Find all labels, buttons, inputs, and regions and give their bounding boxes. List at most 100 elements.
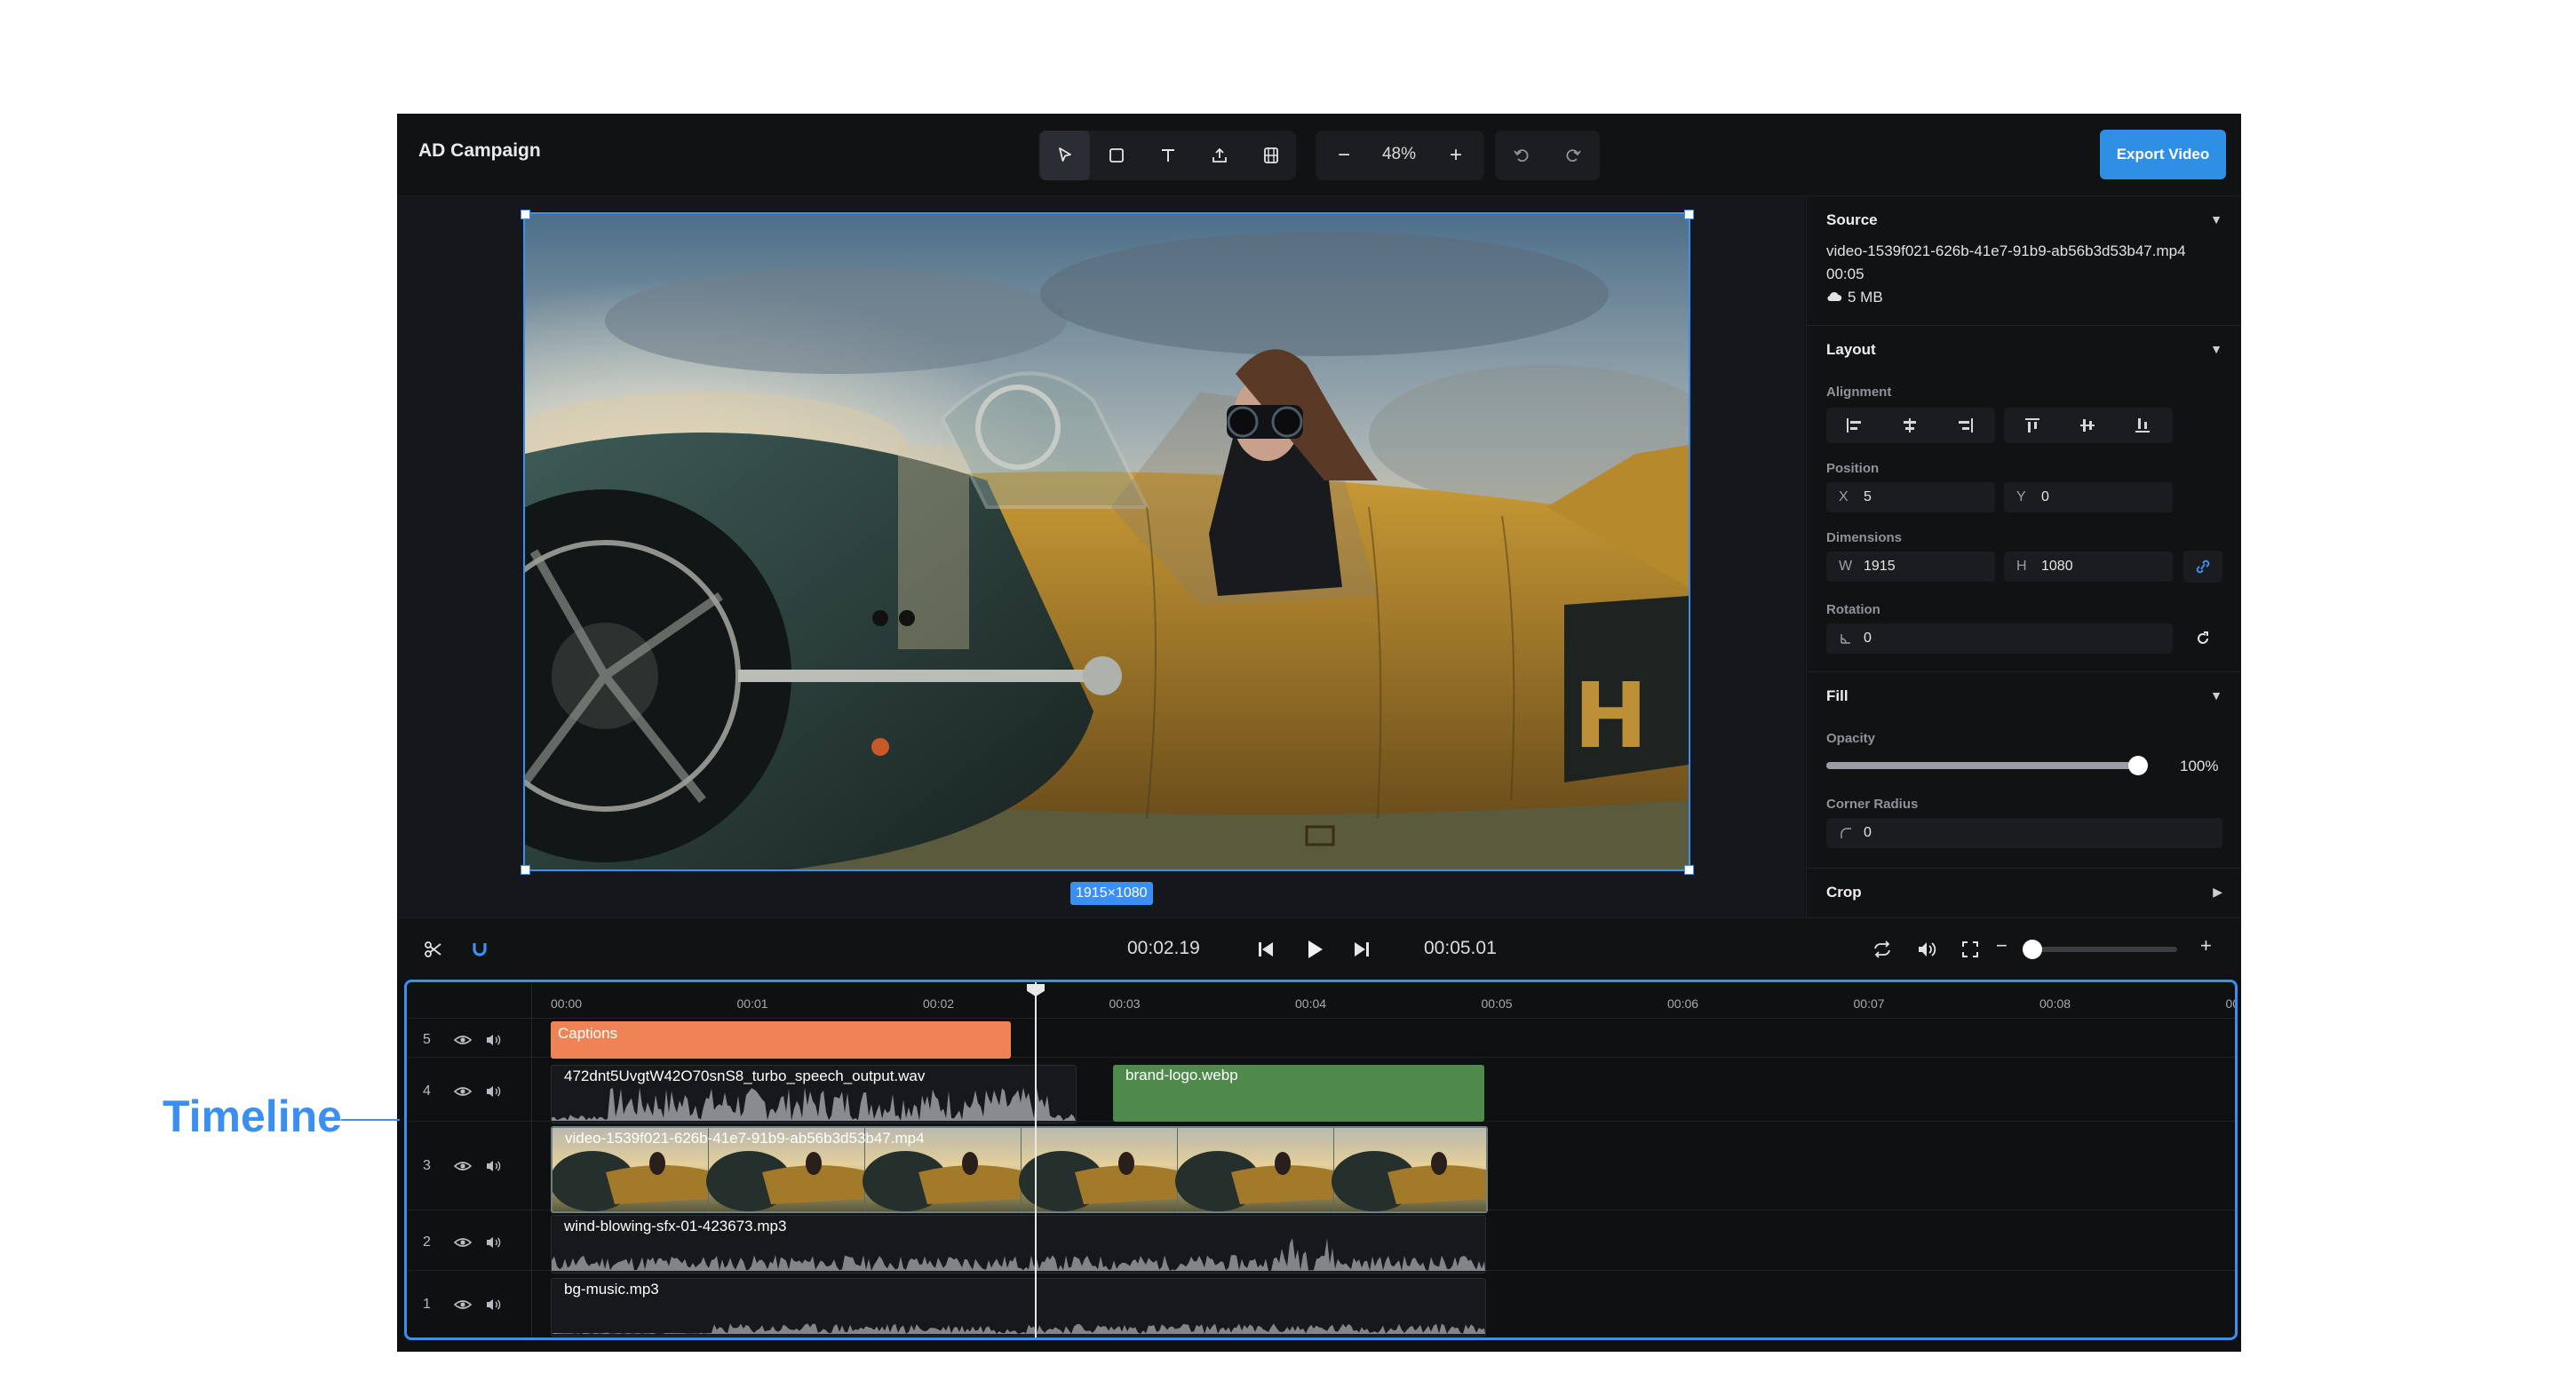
volume-button[interactable] (1916, 940, 1937, 959)
split-button[interactable] (424, 940, 443, 959)
brand-logo-clip[interactable]: brand-logo.webp (1113, 1065, 1484, 1122)
h-value: 1080 (2041, 559, 2073, 574)
opacity-slider-knob[interactable] (2128, 756, 2148, 775)
fullscreen-icon (1962, 941, 1978, 957)
export-video-button[interactable]: Export Video (2100, 130, 2226, 179)
playhead-handle[interactable] (1027, 984, 1045, 996)
clip-label: 472dnt5UvgtW42O70snS8_turbo_speech_outpu… (564, 1068, 926, 1084)
corner-radius-field[interactable]: 0 (1826, 818, 2222, 848)
undo-button[interactable] (1497, 131, 1546, 180)
source-filename: video-1539f021-626b-41e7-91b9-ab56b3d53b… (1826, 242, 2186, 259)
height-field[interactable]: H 1080 (2004, 552, 2173, 582)
timeline[interactable]: 00:00 00:01 00:02 00:03 00:04 00:05 00:06 00:07… (404, 980, 2238, 1340)
corner-icon (1839, 826, 1853, 840)
resize-handle-bottom-right[interactable] (1684, 865, 1694, 875)
speech-audio-clip[interactable]: 472dnt5UvgtW42O70snS8_turbo_speech_outpu… (551, 1065, 1077, 1123)
w-key: W (1839, 559, 1853, 574)
timeline-zoom-knob[interactable] (2023, 940, 2042, 959)
skip-back-button[interactable] (1255, 939, 1276, 960)
eye-icon[interactable] (453, 1235, 473, 1251)
zoom-out-button[interactable]: − (1319, 131, 1369, 180)
position-x-field[interactable]: X 5 (1826, 482, 1995, 512)
eye-icon[interactable] (453, 1298, 473, 1314)
source-collapse-caret[interactable]: ▼ (2210, 212, 2222, 226)
align-center-horizontal-button[interactable] (1888, 409, 1931, 441)
layout-collapse-caret[interactable]: ▼ (2210, 342, 2222, 356)
text-tool-button[interactable] (1143, 131, 1193, 180)
pointer-tool-button[interactable] (1040, 131, 1090, 180)
speaker-icon[interactable] (485, 1298, 505, 1314)
vertical-align-group (2004, 408, 2173, 443)
svg-text:ʜ: ʜ (1573, 634, 1649, 774)
track-number: 3 (423, 1158, 431, 1173)
eye-icon[interactable] (453, 1084, 473, 1100)
skip-forward-button[interactable] (1351, 939, 1372, 960)
zoom-level: 48% (1381, 145, 1417, 163)
align-top-button[interactable] (2011, 409, 2054, 441)
timeline-annotation-label: Timeline (163, 1091, 342, 1141)
timeline-zoom-slider[interactable] (2023, 940, 2177, 959)
ruler-tick-label: 00:04 (1295, 996, 1327, 1011)
crop-expand-caret[interactable]: ▶ (2213, 885, 2222, 900)
eye-icon[interactable] (453, 1159, 473, 1175)
playhead[interactable] (1035, 982, 1037, 1337)
align-center-horizontal-icon (1904, 418, 1916, 433)
tool-group (1038, 131, 1296, 180)
divider (1807, 868, 2241, 869)
reset-rotation-button[interactable] (2183, 623, 2222, 655)
eye-icon[interactable] (453, 1033, 473, 1049)
resize-handle-top-right[interactable] (1684, 210, 1694, 219)
video-clip[interactable]: video-1539f021-626b-41e7-91b9-ab56b3d53b… (551, 1126, 1488, 1213)
track-number: 1 (423, 1297, 431, 1312)
rectangle-tool-button[interactable] (1092, 131, 1141, 180)
align-left-button[interactable] (1833, 409, 1876, 441)
upload-tool-button[interactable] (1195, 131, 1244, 180)
timeline-zoom-in-button[interactable]: + (2200, 934, 2212, 957)
speaker-icon[interactable] (485, 1084, 505, 1100)
source-section-title: Source (1826, 211, 1878, 228)
width-field[interactable]: W 1915 (1826, 552, 1995, 582)
divider (1807, 325, 2241, 326)
track-number: 4 (423, 1083, 431, 1099)
play-button[interactable] (1303, 938, 1326, 961)
redo-button[interactable] (1548, 131, 1598, 180)
rectangle-icon (1109, 148, 1124, 163)
resize-handle-bottom-left[interactable] (521, 865, 530, 875)
align-middle-button[interactable] (2066, 409, 2109, 441)
media-tool-button[interactable] (1246, 131, 1296, 180)
magnet-icon (473, 943, 487, 956)
captions-clip[interactable]: Captions (551, 1021, 1011, 1059)
properties-panel: Source ▼ video-1539f021-626b-41e7-91b9-a… (1806, 196, 2241, 917)
timeline-zoom-out-button[interactable]: − (1996, 934, 2008, 957)
position-y-field[interactable]: Y 0 (2004, 482, 2173, 512)
loop-button[interactable] (1872, 940, 1893, 959)
ruler-tick-label: 00:05 (1481, 996, 1513, 1011)
clip-label: brand-logo.webp (1125, 1067, 1238, 1083)
rotation-field[interactable]: 0 (1826, 623, 2173, 654)
resize-handle-top-left[interactable] (521, 210, 530, 219)
fullscreen-button[interactable] (1960, 940, 1980, 959)
lock-aspect-button[interactable] (2183, 551, 2222, 583)
speaker-icon[interactable] (485, 1159, 505, 1175)
align-right-button[interactable] (1944, 409, 1986, 441)
align-bottom-icon (2135, 418, 2150, 433)
align-bottom-button[interactable] (2121, 409, 2164, 441)
cloud-icon (1826, 290, 1842, 303)
layout-section-title: Layout (1826, 341, 1876, 358)
opacity-slider[interactable] (1826, 756, 2148, 775)
video-preview[interactable]: ʜ (523, 212, 1690, 871)
speaker-icon[interactable] (485, 1033, 505, 1049)
bg-music-clip[interactable]: bg-music.mp3 (551, 1278, 1486, 1337)
selection-size-badge: 1915×1080 (1070, 882, 1153, 905)
wind-sfx-clip[interactable]: wind-blowing-sfx-01-423673.mp3 (551, 1215, 1486, 1274)
snap-toggle[interactable] (470, 940, 489, 959)
current-time: 00:02.19 (1127, 938, 1200, 958)
pointer-icon (1059, 147, 1071, 162)
opacity-label: Opacity (1826, 731, 1876, 746)
speaker-icon[interactable] (485, 1235, 505, 1251)
zoom-in-button[interactable]: + (1431, 131, 1481, 180)
fill-collapse-caret[interactable]: ▼ (2210, 688, 2222, 702)
clip-label: Captions (558, 1025, 618, 1042)
h-key: H (2016, 559, 2027, 574)
ruler-tick-label: 00:01 (736, 996, 768, 1011)
